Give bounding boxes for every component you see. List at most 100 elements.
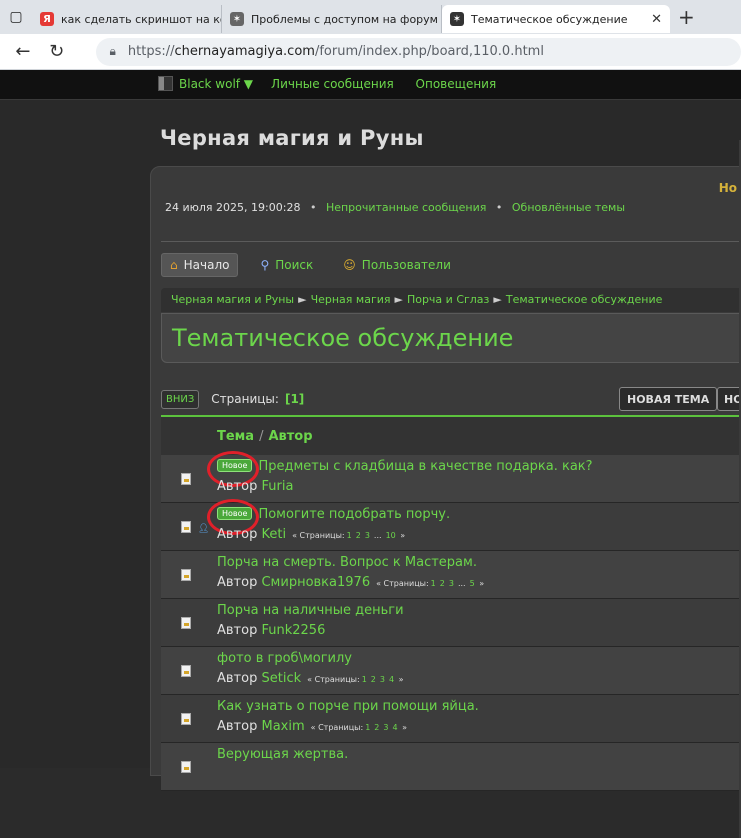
- topic-document-icon: [181, 761, 191, 773]
- users-icon: ☺: [343, 258, 356, 272]
- second-action-button[interactable]: НО: [717, 387, 741, 411]
- sort-by-author[interactable]: Автор: [268, 429, 312, 444]
- url-field[interactable]: 🔒︎ https://chernayamagiya.com/forum/inde…: [95, 37, 741, 66]
- table-row[interactable]: фото в гроб\могилу Автор Setick « Страницы…: [161, 647, 741, 695]
- bullet: •: [495, 201, 503, 214]
- topic-title-link[interactable]: Верующая жертва.: [217, 747, 348, 762]
- topic-pages: « Страницы: 1 2 3 4 »: [307, 675, 404, 684]
- topic-page-link[interactable]: 1: [362, 675, 367, 684]
- pages-small-label: Страницы:: [383, 579, 429, 588]
- topic-title-link[interactable]: Предметы с кладбища в качестве подарка. …: [258, 459, 592, 474]
- menu-label: Поиск: [275, 258, 314, 272]
- yandex-icon: Я: [40, 12, 54, 26]
- topic-page-link[interactable]: 1: [365, 723, 370, 732]
- lock-icon: 🔒︎: [109, 44, 116, 58]
- topic-title-link[interactable]: Помогите подобрать порчу.: [258, 507, 450, 522]
- topics-table-header: Тема / Автор: [161, 415, 741, 455]
- breadcrumb-item[interactable]: Черная магия и Руны: [171, 293, 294, 306]
- menu-home[interactable]: ⌂ Начало: [161, 253, 239, 277]
- back-arrow-icon[interactable]: ←: [6, 41, 40, 62]
- close-icon[interactable]: ✕: [651, 12, 662, 27]
- new-tab-icon[interactable]: +: [678, 5, 695, 29]
- author-link[interactable]: Setick: [261, 671, 301, 686]
- forum-main-container: Но 24 июля 2025, 19:00:28 • Непрочитанны…: [150, 166, 741, 791]
- tab-title: как сделать скриншот на компь: [61, 12, 221, 26]
- table-row[interactable]: Новое Предметы с кладбища в качестве пода…: [161, 451, 741, 503]
- reload-icon[interactable]: ↻: [40, 41, 74, 62]
- breadcrumb-item[interactable]: Черная магия: [311, 293, 391, 306]
- unread-posts-link[interactable]: Непрочитанные сообщения: [326, 201, 486, 214]
- username[interactable]: Black wolf ▼: [179, 77, 253, 91]
- forum-page: Black wolf ▼ Личные сообщения Оповещения…: [0, 70, 741, 838]
- menu-users[interactable]: ☺ Пользователи: [335, 254, 459, 276]
- author-prefix: Автор: [217, 575, 258, 590]
- new-messages-partial[interactable]: Но: [719, 181, 737, 195]
- pages-small-label: Страницы:: [314, 675, 360, 684]
- author-link[interactable]: Funk2256: [261, 623, 325, 638]
- topic-subject-line: Как узнать о порче при помощи яйца.: [217, 699, 479, 714]
- table-row[interactable]: Порча на наличные деньги Автор Funk2256: [161, 599, 741, 647]
- notifications-link[interactable]: Оповещения: [416, 77, 497, 91]
- topic-title-link[interactable]: Порча на смерть. Вопрос к Мастерам.: [217, 555, 477, 570]
- topic-title-link[interactable]: Как узнать о порче при помощи яйца.: [217, 699, 479, 714]
- pages-info: Страницы: [1]: [211, 392, 304, 406]
- table-row[interactable]: Как узнать о порче при помощи яйца. Автор…: [161, 695, 741, 743]
- topic-document-icon: [181, 617, 191, 629]
- topic-page-link[interactable]: 2: [356, 531, 361, 540]
- sort-by-topic[interactable]: Тема: [217, 429, 254, 444]
- topics-list: Новое Предметы с кладбища в качестве пода…: [161, 451, 741, 791]
- go-down-button[interactable]: ВНИЗ: [161, 389, 200, 409]
- table-row[interactable]: Верующая жертва.: [161, 743, 741, 791]
- topic-document-icon: [181, 713, 191, 725]
- new-topic-button[interactable]: НОВАЯ ТЕМА: [619, 387, 718, 411]
- topic-page-link[interactable]: 2: [374, 723, 379, 732]
- private-messages-link[interactable]: Личные сообщения: [271, 77, 394, 91]
- breadcrumb-item[interactable]: Порча и Сглаз: [407, 293, 489, 306]
- page-title: Тематическое обсуждение: [161, 313, 741, 363]
- browser-tab-3-active[interactable]: ✶ Тематическое обсуждение ✕: [442, 5, 670, 33]
- author-link[interactable]: Смирновка1976: [261, 575, 370, 590]
- author-link[interactable]: Maxim: [261, 719, 304, 734]
- topic-page-link[interactable]: 3: [380, 675, 385, 684]
- menu-search[interactable]: ⚲ Поиск: [252, 254, 321, 276]
- topic-pages: « Страницы: 1 2 3... 5 »: [376, 579, 485, 588]
- topic-page-link[interactable]: 3: [383, 723, 388, 732]
- author-link[interactable]: Furia: [261, 479, 293, 494]
- window-menu-icon[interactable]: ▢: [0, 0, 32, 34]
- topic-page-link[interactable]: 3: [365, 531, 370, 540]
- topic-page-link[interactable]: 5: [470, 579, 475, 588]
- topic-title-link[interactable]: Порча на наличные деньги: [217, 603, 404, 618]
- menu-label: Пользователи: [361, 258, 451, 272]
- browser-tab-2[interactable]: ✶ Проблемы с доступом на форум ✕: [222, 5, 442, 33]
- topic-page-link[interactable]: 4: [389, 675, 394, 684]
- table-row[interactable]: Порча на смерть. Вопрос к Мастерам. Автор…: [161, 551, 741, 599]
- browser-tab-1[interactable]: Я как сделать скриншот на компь ✕: [32, 5, 222, 33]
- topic-page-link[interactable]: 2: [371, 675, 376, 684]
- topic-author-line: Автор Funk2256: [217, 623, 325, 638]
- topic-author-line: Автор Keti « Страницы: 1 2 3... 10 »: [217, 527, 405, 542]
- topic-page-link[interactable]: 4: [392, 723, 397, 732]
- author-link[interactable]: Keti: [261, 527, 286, 542]
- topic-pages: « Страницы: 1 2 3... 10 »: [292, 531, 406, 540]
- topic-page-link[interactable]: 1: [347, 531, 352, 540]
- url-path: /forum/index.php/board,110.0.html: [314, 44, 544, 59]
- updated-topics-link[interactable]: Обновлённые темы: [512, 201, 625, 214]
- house-icon: ⌂: [170, 258, 178, 272]
- topic-author-line: Автор Setick « Страницы: 1 2 3 4 »: [217, 671, 404, 686]
- topic-document-icon: [181, 473, 191, 485]
- current-page[interactable]: [1]: [285, 392, 304, 406]
- table-row[interactable]: 👤︎ Новое Помогите подобрать порчу. Автор Ke…: [161, 499, 741, 551]
- date-line: 24 июля 2025, 19:00:28 • Непрочитанные с…: [165, 201, 625, 214]
- topic-page-link[interactable]: 1: [431, 579, 436, 588]
- bullet: •: [309, 201, 317, 214]
- topic-page-link[interactable]: 10: [386, 531, 396, 540]
- site-title[interactable]: Черная магия и Руны: [160, 126, 424, 150]
- author-prefix: Автор: [217, 527, 258, 542]
- topic-title-link[interactable]: фото в гроб\могилу: [217, 651, 352, 666]
- topic-page-link[interactable]: 2: [440, 579, 445, 588]
- topic-document-icon: [181, 521, 191, 533]
- topic-subject-line: Порча на смерть. Вопрос к Мастерам.: [217, 555, 477, 570]
- user-menu[interactable]: Black wolf ▼ Личные сообщения Оповещения: [158, 76, 496, 91]
- topic-page-link[interactable]: 3: [449, 579, 454, 588]
- breadcrumb-item[interactable]: Тематическое обсуждение: [506, 293, 663, 306]
